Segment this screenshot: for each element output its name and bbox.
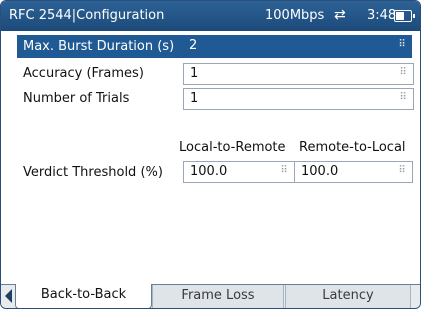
- keypad-icon[interactable]: ⠿: [278, 165, 290, 177]
- verdict-local-to-remote-field[interactable]: 100.0 ⠿: [183, 161, 295, 183]
- link-speed: 100Mbps: [265, 8, 325, 23]
- number-of-trials-value: 1: [190, 91, 199, 106]
- keypad-icon[interactable]: ⠿: [397, 67, 409, 79]
- page-title: RFC 2544|Configuration: [9, 8, 165, 23]
- app-window: RFC 2544|Configuration 100Mbps ⇄ 3:48 Ma…: [0, 0, 421, 309]
- clock: 3:48: [367, 8, 397, 23]
- max-burst-duration-label: Max. Burst Duration (s): [23, 39, 175, 54]
- local-to-remote-header: Local-to-Remote: [179, 140, 286, 155]
- max-burst-duration-value: 2: [189, 38, 198, 53]
- verdict-remote-to-local-field[interactable]: 100.0 ⠿: [294, 161, 413, 183]
- accuracy-field[interactable]: 1 ⠿: [183, 63, 414, 85]
- accuracy-label: Accuracy (Frames): [23, 66, 144, 81]
- keypad-icon[interactable]: ⠿: [397, 92, 409, 104]
- keypad-icon[interactable]: ⠿: [396, 165, 408, 177]
- status-bar: RFC 2544|Configuration 100Mbps ⇄ 3:48: [1, 1, 420, 31]
- verdict-remote-to-local-value: 100.0: [301, 164, 339, 179]
- number-of-trials-label: Number of Trials: [23, 91, 130, 106]
- battery-icon: [394, 10, 415, 22]
- accuracy-value: 1: [190, 66, 199, 81]
- remote-to-local-header: Remote-to-Local: [299, 140, 406, 155]
- number-of-trials-field[interactable]: 1 ⠿: [183, 88, 414, 110]
- tab-latency[interactable]: Latency: [285, 285, 411, 308]
- tab-back-to-back[interactable]: Back-to-Back: [15, 284, 152, 308]
- number-of-trials-row: Number of Trials 1 ⠿: [17, 87, 414, 110]
- tab-frame-loss[interactable]: Frame Loss: [152, 285, 284, 308]
- link-swap-icon: ⇄: [334, 7, 346, 23]
- max-burst-duration-field[interactable]: 2 ⠿: [183, 36, 412, 56]
- scroll-left-arrow-icon[interactable]: [5, 289, 12, 303]
- keypad-icon[interactable]: ⠿: [396, 39, 408, 51]
- tab-bar: Back-to-Back Frame Loss Latency: [1, 284, 420, 308]
- verdict-threshold-label: Verdict Threshold (%): [23, 165, 163, 180]
- verdict-local-to-remote-value: 100.0: [190, 164, 228, 179]
- accuracy-row: Accuracy (Frames) 1 ⠿: [17, 62, 414, 85]
- max-burst-duration-row[interactable]: Max. Burst Duration (s) 2 ⠿: [17, 35, 412, 58]
